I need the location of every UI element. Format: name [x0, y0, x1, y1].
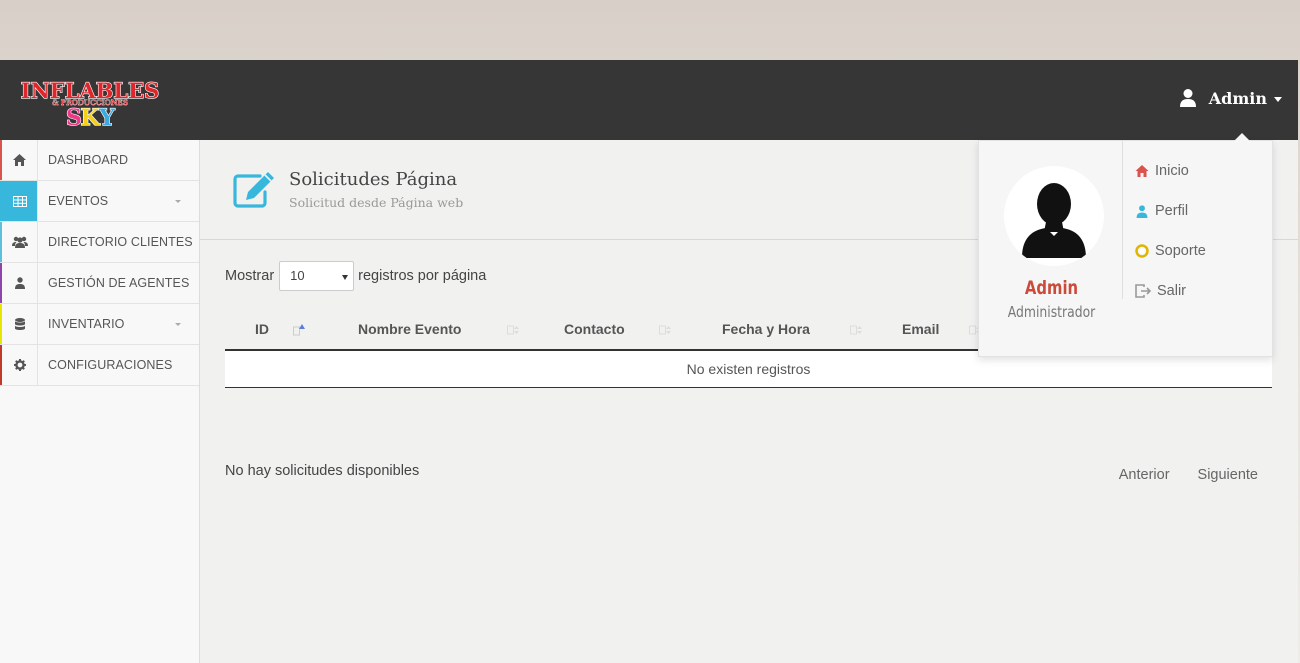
sign-out-icon: [1135, 284, 1151, 298]
sidebar-item-eventos[interactable]: EVENTOS: [0, 181, 199, 222]
menu-item-label: Soporte: [1155, 243, 1206, 259]
top-navbar: INFLABLES & PRODUCCIONES S K Y Admin: [0, 60, 1298, 140]
sort-icon[interactable]: [507, 324, 519, 336]
sort-icon[interactable]: [850, 324, 862, 336]
page-title: Solicitudes Página: [289, 169, 458, 190]
sidebar-item-gestion-agentes[interactable]: GESTIÓN DE AGENTES: [0, 263, 199, 304]
column-header-fecha-hora[interactable]: Fecha y Hora: [722, 321, 810, 337]
user-icon: [1136, 204, 1148, 218]
previous-button[interactable]: Anterior: [1119, 467, 1170, 483]
column-header-id[interactable]: ID: [255, 321, 269, 337]
home-icon: [1135, 165, 1149, 177]
dropdown-arrow: [1234, 133, 1250, 141]
per-page-label: registros por página: [358, 268, 487, 284]
dropdown-menu-list: Inicio Perfil Soporte Salir: [1135, 151, 1206, 311]
sort-icon[interactable]: [659, 324, 671, 336]
users-icon: [0, 222, 38, 262]
sidebar-item-label: DASHBOARD: [48, 153, 129, 167]
menu-item-label: Salir: [1157, 283, 1187, 299]
show-label: Mostrar: [225, 268, 275, 284]
chevron-down-icon: [175, 200, 181, 203]
avatar: [1004, 166, 1104, 266]
user-dropdown: Admin Administrador Inicio Perfil Soport…: [978, 133, 1273, 357]
pagination: Anterior Siguiente: [1091, 467, 1258, 483]
menu-item-perfil[interactable]: Perfil: [1135, 191, 1206, 231]
sidebar: DASHBOARD EVENTOS DIRECTORIO CLIENTES GE…: [0, 140, 200, 663]
dropdown-user-name: Admin: [1024, 277, 1079, 299]
sidebar-item-label: CONFIGURACIONES: [48, 358, 173, 372]
column-header-nombre-evento[interactable]: Nombre Evento: [358, 321, 461, 337]
chevron-down-icon: [175, 323, 181, 326]
user-icon: [0, 263, 38, 303]
chevron-down-icon: [1274, 96, 1282, 102]
brand-logo[interactable]: INFLABLES & PRODUCCIONES S K Y: [20, 76, 160, 131]
sidebar-item-label: GESTIÓN DE AGENTES: [48, 276, 190, 290]
user-name: Admin: [1208, 88, 1267, 108]
home-icon: [0, 140, 38, 180]
next-button[interactable]: Siguiente: [1198, 467, 1258, 483]
column-header-contacto[interactable]: Contacto: [564, 321, 625, 337]
database-icon: [0, 304, 38, 344]
menu-item-inicio[interactable]: Inicio: [1135, 151, 1206, 191]
page-size-value: 10: [290, 268, 305, 283]
sidebar-item-dashboard[interactable]: DASHBOARD: [0, 140, 199, 181]
user-icon: [1179, 89, 1196, 107]
menu-item-soporte[interactable]: Soporte: [1135, 231, 1206, 271]
gear-icon: [0, 345, 38, 385]
sidebar-item-inventario[interactable]: INVENTARIO: [0, 304, 199, 345]
sidebar-item-label: DIRECTORIO CLIENTES: [48, 235, 193, 249]
menu-item-label: Perfil: [1155, 203, 1189, 219]
empty-message: No existen registros: [686, 361, 811, 377]
divider: [1122, 141, 1123, 299]
svg-text:K: K: [80, 105, 100, 128]
sidebar-item-configuraciones[interactable]: CONFIGURACIONES: [0, 345, 199, 386]
column-header-email[interactable]: Email: [902, 321, 939, 337]
sidebar-item-label: INVENTARIO: [48, 317, 125, 331]
svg-text:Y: Y: [98, 105, 115, 128]
table-info: No hay solicitudes disponibles: [225, 463, 420, 479]
page-subtitle: Solicitud desde Página web: [289, 195, 464, 210]
menu-item-salir[interactable]: Salir: [1135, 271, 1206, 311]
edit-icon: [233, 172, 274, 208]
grid-icon: [0, 181, 38, 221]
sidebar-item-directorio-clientes[interactable]: DIRECTORIO CLIENTES: [0, 222, 199, 263]
table-length-control: Mostrar 10 registros por página: [225, 261, 486, 291]
chevron-down-icon: [342, 275, 349, 280]
user-menu-toggle[interactable]: Admin: [1179, 88, 1282, 108]
sidebar-item-label: EVENTOS: [48, 194, 109, 208]
lifebuoy-icon: [1135, 244, 1149, 258]
page-size-select[interactable]: 10: [279, 261, 355, 291]
menu-item-label: Inicio: [1155, 163, 1189, 179]
dropdown-user-role: Administrador: [1007, 303, 1096, 321]
sort-ascending-icon[interactable]: [293, 324, 305, 336]
